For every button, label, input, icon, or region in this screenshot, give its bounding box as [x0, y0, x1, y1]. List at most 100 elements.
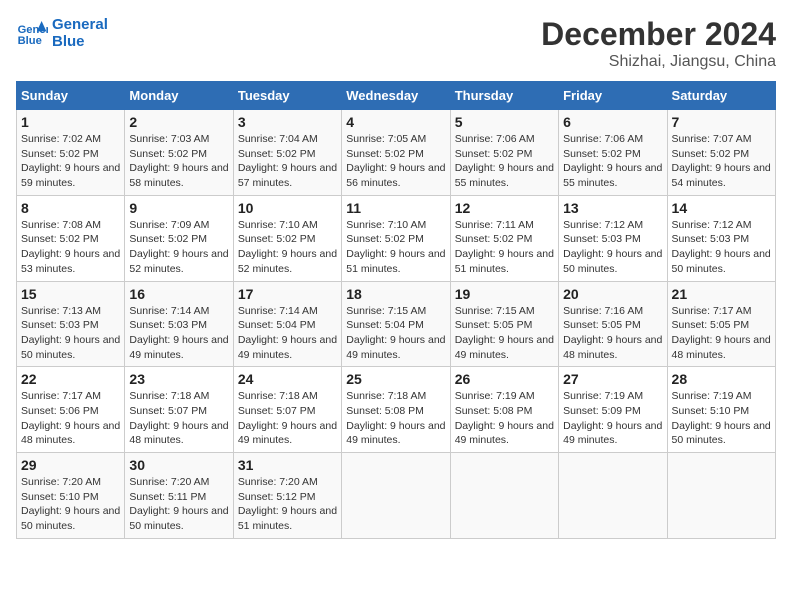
day-number: 16	[129, 286, 228, 302]
day-info: Sunrise: 7:18 AM Sunset: 5:07 PM Dayligh…	[238, 389, 337, 448]
day-number: 24	[238, 371, 337, 387]
day-number: 6	[563, 114, 662, 130]
day-number: 4	[346, 114, 445, 130]
calendar-cell: 24 Sunrise: 7:18 AM Sunset: 5:07 PM Dayli…	[233, 367, 341, 453]
header-friday: Friday	[559, 82, 667, 110]
day-info: Sunrise: 7:05 AM Sunset: 5:02 PM Dayligh…	[346, 132, 445, 191]
calendar-cell: 6 Sunrise: 7:06 AM Sunset: 5:02 PM Daylig…	[559, 110, 667, 196]
calendar-cell: 13 Sunrise: 7:12 AM Sunset: 5:03 PM Dayli…	[559, 195, 667, 281]
calendar-cell: 15 Sunrise: 7:13 AM Sunset: 5:03 PM Dayli…	[17, 281, 125, 367]
day-number: 5	[455, 114, 554, 130]
logo: General Blue General Blue	[16, 16, 108, 50]
header-row: SundayMondayTuesdayWednesdayThursdayFrid…	[17, 82, 776, 110]
day-info: Sunrise: 7:10 AM Sunset: 5:02 PM Dayligh…	[346, 218, 445, 277]
logo-general: General	[52, 16, 108, 33]
day-number: 18	[346, 286, 445, 302]
calendar-cell: 17Sunrise: 7:14 AM Sunset: 5:04 PM Dayli…	[233, 281, 341, 367]
page-header: General Blue General Blue December 2024 …	[16, 16, 776, 71]
day-info: Sunrise: 7:19 AM Sunset: 5:08 PM Dayligh…	[455, 389, 554, 448]
calendar-week-3: 15 Sunrise: 7:13 AM Sunset: 5:03 PM Dayli…	[17, 281, 776, 367]
day-info: Sunrise: 7:03 AM Sunset: 5:02 PM Dayligh…	[129, 132, 228, 191]
day-info: Sunrise: 7:12 AM Sunset: 5:03 PM Dayligh…	[672, 218, 771, 277]
svg-text:Blue: Blue	[18, 35, 42, 47]
day-number: 3	[238, 114, 337, 130]
day-info: Sunrise: 7:07 AM Sunset: 5:02 PM Dayligh…	[672, 132, 771, 191]
day-info: Sunrise: 7:02 AM Sunset: 5:02 PM Dayligh…	[21, 132, 120, 191]
header-sunday: Sunday	[17, 82, 125, 110]
day-info: Sunrise: 7:16 AM Sunset: 5:05 PM Dayligh…	[563, 304, 662, 363]
calendar-cell: 31 Sunrise: 7:20 AM Sunset: 5:12 PM Dayli…	[233, 453, 341, 539]
calendar-cell	[559, 453, 667, 539]
day-number: 9	[129, 200, 228, 216]
header-thursday: Thursday	[450, 82, 558, 110]
calendar-cell: 8Sunrise: 7:08 AM Sunset: 5:02 PM Daylig…	[17, 195, 125, 281]
day-number: 31	[238, 457, 337, 473]
day-number: 12	[455, 200, 554, 216]
calendar-cell: 18 Sunrise: 7:15 AM Sunset: 5:04 PM Dayli…	[342, 281, 450, 367]
calendar-cell: 26 Sunrise: 7:19 AM Sunset: 5:08 PM Dayli…	[450, 367, 558, 453]
logo-blue: Blue	[52, 33, 108, 50]
calendar-cell: 25Sunrise: 7:18 AM Sunset: 5:08 PM Dayli…	[342, 367, 450, 453]
day-number: 26	[455, 371, 554, 387]
header-saturday: Saturday	[667, 82, 775, 110]
calendar-cell: 2 Sunrise: 7:03 AM Sunset: 5:02 PM Daylig…	[125, 110, 233, 196]
calendar-cell: 30Sunrise: 7:20 AM Sunset: 5:11 PM Dayli…	[125, 453, 233, 539]
calendar-cell: 20Sunrise: 7:16 AM Sunset: 5:05 PM Dayli…	[559, 281, 667, 367]
calendar-cell: 29Sunrise: 7:20 AM Sunset: 5:10 PM Dayli…	[17, 453, 125, 539]
day-info: Sunrise: 7:19 AM Sunset: 5:09 PM Dayligh…	[563, 389, 662, 448]
day-info: Sunrise: 7:13 AM Sunset: 5:03 PM Dayligh…	[21, 304, 120, 363]
day-number: 11	[346, 200, 445, 216]
calendar-cell	[450, 453, 558, 539]
day-info: Sunrise: 7:09 AM Sunset: 5:02 PM Dayligh…	[129, 218, 228, 277]
day-number: 25	[346, 371, 445, 387]
day-info: Sunrise: 7:06 AM Sunset: 5:02 PM Dayligh…	[455, 132, 554, 191]
day-number: 19	[455, 286, 554, 302]
day-info: Sunrise: 7:06 AM Sunset: 5:02 PM Dayligh…	[563, 132, 662, 191]
day-number: 10	[238, 200, 337, 216]
calendar-week-1: 1 Sunrise: 7:02 AM Sunset: 5:02 PM Daylig…	[17, 110, 776, 196]
calendar-week-2: 8Sunrise: 7:08 AM Sunset: 5:02 PM Daylig…	[17, 195, 776, 281]
day-info: Sunrise: 7:04 AM Sunset: 5:02 PM Dayligh…	[238, 132, 337, 191]
day-info: Sunrise: 7:20 AM Sunset: 5:12 PM Dayligh…	[238, 475, 337, 534]
day-number: 17	[238, 286, 337, 302]
calendar-cell: 23 Sunrise: 7:18 AM Sunset: 5:07 PM Dayli…	[125, 367, 233, 453]
calendar-cell: 21 Sunrise: 7:17 AM Sunset: 5:05 PM Dayli…	[667, 281, 775, 367]
calendar-table: SundayMondayTuesdayWednesdayThursdayFrid…	[16, 81, 776, 539]
day-info: Sunrise: 7:19 AM Sunset: 5:10 PM Dayligh…	[672, 389, 771, 448]
day-number: 7	[672, 114, 771, 130]
day-info: Sunrise: 7:08 AM Sunset: 5:02 PM Dayligh…	[21, 218, 120, 277]
day-number: 21	[672, 286, 771, 302]
day-info: Sunrise: 7:17 AM Sunset: 5:05 PM Dayligh…	[672, 304, 771, 363]
calendar-cell: 9 Sunrise: 7:09 AM Sunset: 5:02 PM Daylig…	[125, 195, 233, 281]
day-number: 30	[129, 457, 228, 473]
day-number: 23	[129, 371, 228, 387]
day-info: Sunrise: 7:14 AM Sunset: 5:03 PM Dayligh…	[129, 304, 228, 363]
calendar-cell: 11 Sunrise: 7:10 AM Sunset: 5:02 PM Dayli…	[342, 195, 450, 281]
calendar-cell: 16 Sunrise: 7:14 AM Sunset: 5:03 PM Dayli…	[125, 281, 233, 367]
day-number: 22	[21, 371, 120, 387]
calendar-cell: 5 Sunrise: 7:06 AM Sunset: 5:02 PM Daylig…	[450, 110, 558, 196]
calendar-cell: 12 Sunrise: 7:11 AM Sunset: 5:02 PM Dayli…	[450, 195, 558, 281]
header-monday: Monday	[125, 82, 233, 110]
calendar-cell: 14 Sunrise: 7:12 AM Sunset: 5:03 PM Dayli…	[667, 195, 775, 281]
calendar-cell: 27Sunrise: 7:19 AM Sunset: 5:09 PM Dayli…	[559, 367, 667, 453]
day-number: 1	[21, 114, 120, 130]
calendar-cell: 7 Sunrise: 7:07 AM Sunset: 5:02 PM Daylig…	[667, 110, 775, 196]
day-info: Sunrise: 7:15 AM Sunset: 5:04 PM Dayligh…	[346, 304, 445, 363]
day-info: Sunrise: 7:20 AM Sunset: 5:10 PM Dayligh…	[21, 475, 120, 534]
logo-icon: General Blue	[16, 17, 48, 49]
day-info: Sunrise: 7:10 AM Sunset: 5:02 PM Dayligh…	[238, 218, 337, 277]
day-number: 14	[672, 200, 771, 216]
location-title: Shizhai, Jiangsu, China	[541, 53, 776, 71]
day-number: 13	[563, 200, 662, 216]
day-info: Sunrise: 7:11 AM Sunset: 5:02 PM Dayligh…	[455, 218, 554, 277]
day-number: 2	[129, 114, 228, 130]
header-wednesday: Wednesday	[342, 82, 450, 110]
day-info: Sunrise: 7:18 AM Sunset: 5:07 PM Dayligh…	[129, 389, 228, 448]
day-info: Sunrise: 7:12 AM Sunset: 5:03 PM Dayligh…	[563, 218, 662, 277]
month-title: December 2024	[541, 16, 776, 53]
day-number: 15	[21, 286, 120, 302]
calendar-week-5: 29Sunrise: 7:20 AM Sunset: 5:10 PM Dayli…	[17, 453, 776, 539]
calendar-cell: 19Sunrise: 7:15 AM Sunset: 5:05 PM Dayli…	[450, 281, 558, 367]
day-info: Sunrise: 7:17 AM Sunset: 5:06 PM Dayligh…	[21, 389, 120, 448]
